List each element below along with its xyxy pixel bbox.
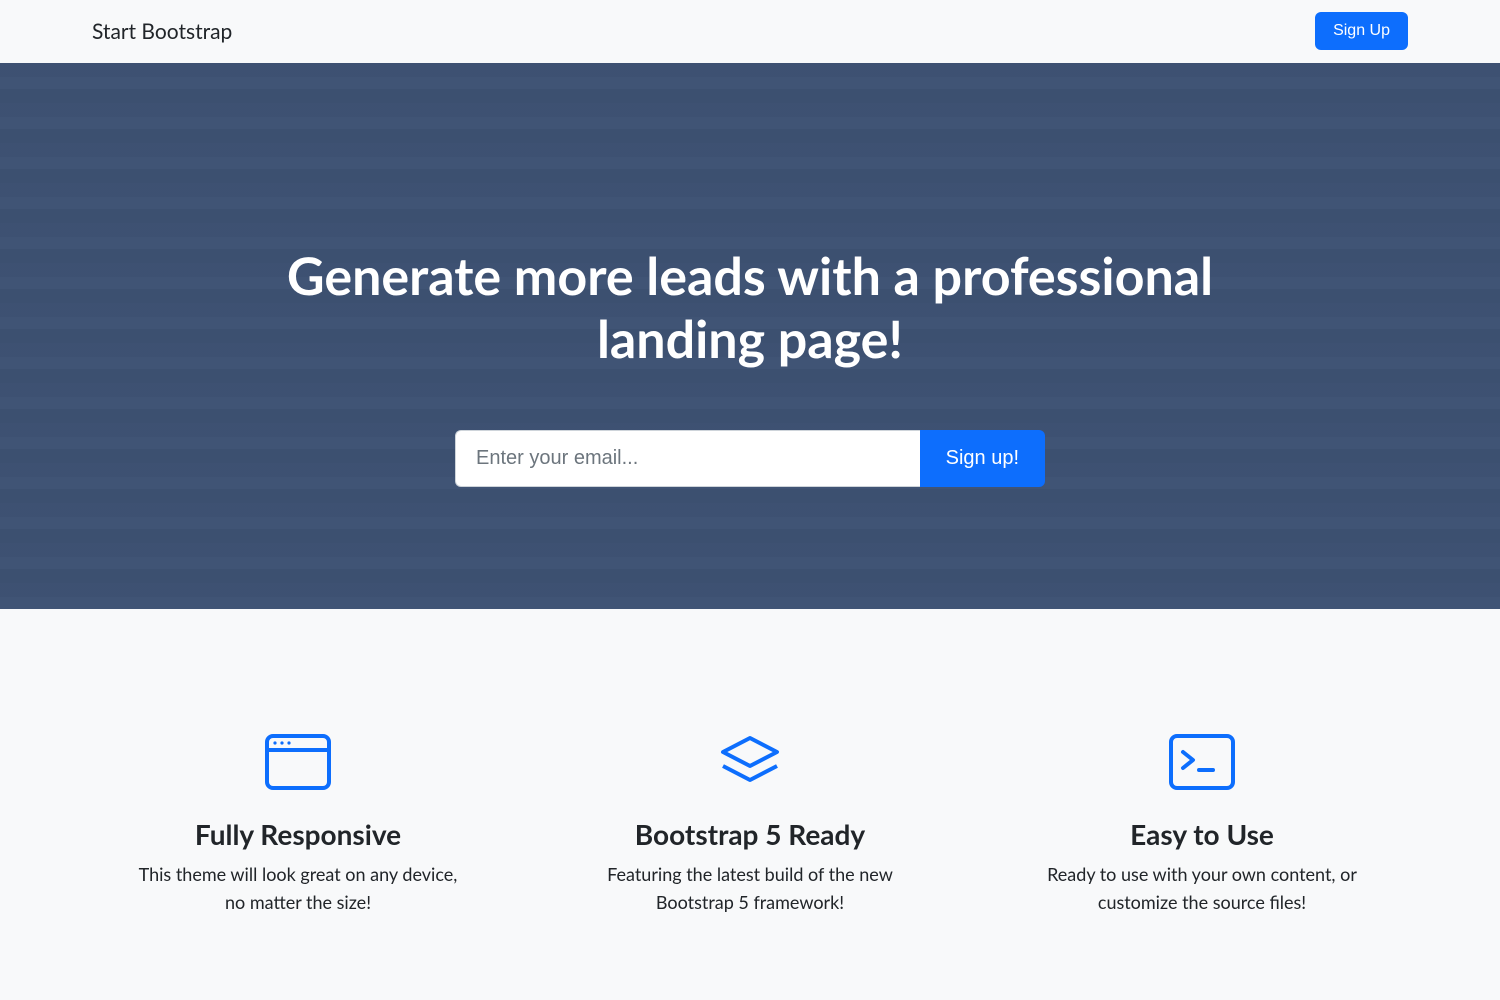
hero: Generate more leads with a professional … — [0, 63, 1500, 609]
feature-desc: Ready to use with your own content, or c… — [1032, 861, 1372, 917]
brand-link[interactable]: Start Bootstrap — [92, 19, 232, 44]
feature-title: Bootstrap 5 Ready — [544, 817, 956, 851]
hero-form: Sign up! — [455, 430, 1045, 487]
signup-button[interactable]: Sign Up — [1315, 12, 1408, 50]
terminal-icon — [996, 729, 1408, 795]
feature-bootstrap: Bootstrap 5 Ready Featuring the latest b… — [544, 729, 956, 917]
hero-submit-button[interactable]: Sign up! — [920, 430, 1045, 487]
feature-responsive: Fully Responsive This theme will look gr… — [92, 729, 504, 917]
features-section: Fully Responsive This theme will look gr… — [0, 609, 1500, 917]
layers-icon — [544, 729, 956, 795]
feature-easy: Easy to Use Ready to use with your own c… — [996, 729, 1408, 917]
hero-headline: Generate more leads with a professional … — [270, 245, 1230, 370]
email-input[interactable] — [455, 430, 920, 487]
feature-title: Easy to Use — [996, 817, 1408, 851]
feature-desc: Featuring the latest build of the new Bo… — [580, 861, 920, 917]
window-icon — [92, 729, 504, 795]
feature-title: Fully Responsive — [92, 817, 504, 851]
feature-desc: This theme will look great on any device… — [128, 861, 468, 917]
navbar: Start Bootstrap Sign Up — [0, 0, 1500, 63]
